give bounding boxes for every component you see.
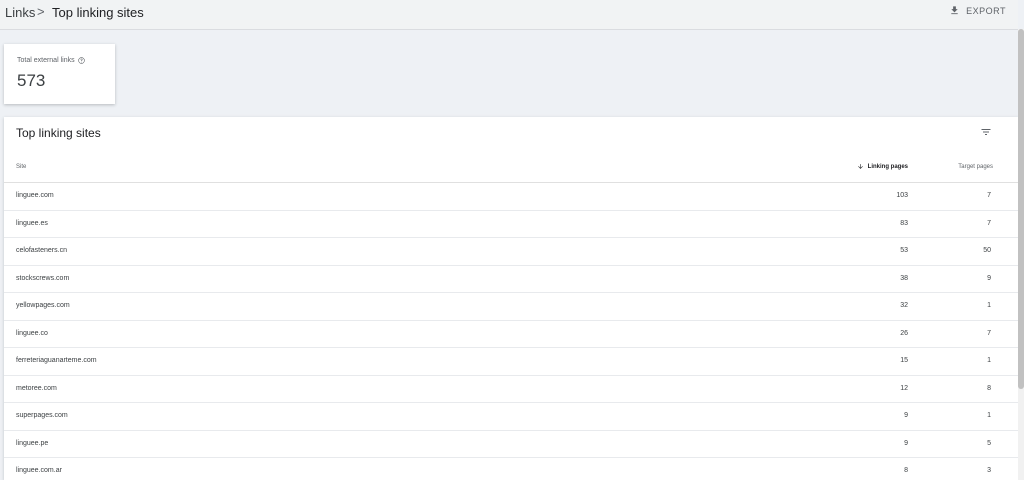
table-row[interactable]: ferreteriaguanarteme.com 15 1 xyxy=(4,348,1018,376)
cell-target-pages: 1 xyxy=(987,357,991,364)
cell-linking-pages: 26 xyxy=(900,329,908,337)
table-row[interactable]: linguee.com.ar 8 3 xyxy=(4,458,1018,480)
table-row[interactable]: linguee.co 26 7 xyxy=(4,321,1018,348)
cell-site: superpages.com xyxy=(16,412,68,419)
table-row[interactable]: linguee.com 103 7 xyxy=(4,183,1018,211)
cell-site: celofasteners.cn xyxy=(16,247,67,254)
cell-linking-pages: 8 xyxy=(904,467,908,474)
breadcrumb-separator: > xyxy=(37,4,45,19)
cell-target-pages: 5 xyxy=(987,439,991,447)
cell-linking-pages: 53 xyxy=(900,247,908,254)
cell-linking-pages: 32 xyxy=(900,302,908,309)
export-button[interactable]: EXPORT xyxy=(949,5,1006,16)
cell-target-pages: 7 xyxy=(987,192,991,199)
table-header: Site Linking pages Target pages xyxy=(4,157,1018,183)
table-row[interactable]: linguee.pe 9 5 xyxy=(4,431,1018,458)
cell-target-pages: 50 xyxy=(983,247,991,254)
column-header-target-pages[interactable]: Target pages xyxy=(958,164,993,170)
table-row[interactable]: linguee.es 83 7 xyxy=(4,211,1018,238)
top-linking-sites-table: Top linking sites Site Linking pages Tar… xyxy=(4,117,1018,480)
cell-target-pages: 7 xyxy=(987,329,991,337)
help-circle-icon[interactable] xyxy=(77,57,85,64)
table-row[interactable]: metoree.com 12 8 xyxy=(4,376,1018,403)
cell-site: linguee.es xyxy=(16,219,48,227)
cell-target-pages: 7 xyxy=(987,219,991,227)
table-title: Top linking sites xyxy=(16,126,101,140)
linking-pages-label: Linking pages xyxy=(867,163,908,170)
cell-linking-pages: 15 xyxy=(900,357,908,364)
cell-target-pages: 8 xyxy=(987,384,991,392)
cell-target-pages: 9 xyxy=(987,274,991,282)
column-header-site[interactable]: Site xyxy=(16,164,26,170)
breadcrumb-links[interactable]: Links xyxy=(5,6,35,20)
table-row[interactable]: superpages.com 9 1 xyxy=(4,403,1018,431)
cell-site: linguee.pe xyxy=(16,439,49,447)
download-icon xyxy=(951,6,958,15)
page-title: Top linking sites xyxy=(52,5,144,20)
table-row[interactable]: yellowpages.com 32 1 xyxy=(4,293,1018,321)
cell-target-pages: 3 xyxy=(987,467,991,474)
cell-linking-pages: 38 xyxy=(900,274,908,282)
total-external-links-card: Total external links 573 xyxy=(4,44,115,104)
summary-label: Total external links xyxy=(17,57,75,64)
export-label: EXPORT xyxy=(966,5,1006,16)
cell-linking-pages: 9 xyxy=(904,439,908,447)
arrow-down-icon xyxy=(857,164,863,169)
cell-linking-pages: 9 xyxy=(904,412,908,419)
cell-site: yellowpages.com xyxy=(16,302,70,309)
cell-site: linguee.com.ar xyxy=(16,467,62,474)
summary-value: 573 xyxy=(17,71,46,90)
summary-label-wrap: Total external links xyxy=(17,57,85,64)
table-body: linguee.com 103 7 linguee.es 83 7 celofa… xyxy=(4,183,1018,480)
top-bar: Links > Top linking sites EXPORT xyxy=(0,0,1018,30)
cell-site: linguee.co xyxy=(16,329,48,337)
cell-target-pages: 1 xyxy=(987,412,991,419)
cell-linking-pages: 83 xyxy=(900,219,908,227)
cell-target-pages: 1 xyxy=(987,302,991,309)
cell-site: linguee.com xyxy=(16,192,54,199)
cell-site: metoree.com xyxy=(16,384,57,392)
column-header-linking-pages[interactable]: Linking pages xyxy=(857,163,908,170)
cell-site: ferreteriaguanarteme.com xyxy=(16,357,97,364)
table-row[interactable]: celofasteners.cn 53 50 xyxy=(4,238,1018,266)
cell-linking-pages: 12 xyxy=(900,384,908,392)
scrollbar-thumb[interactable] xyxy=(1018,29,1024,389)
filter-icon[interactable] xyxy=(980,126,992,138)
cell-linking-pages: 103 xyxy=(896,192,908,199)
cell-site: stockscrews.com xyxy=(16,274,70,282)
table-row[interactable]: stockscrews.com 38 9 xyxy=(4,266,1018,293)
